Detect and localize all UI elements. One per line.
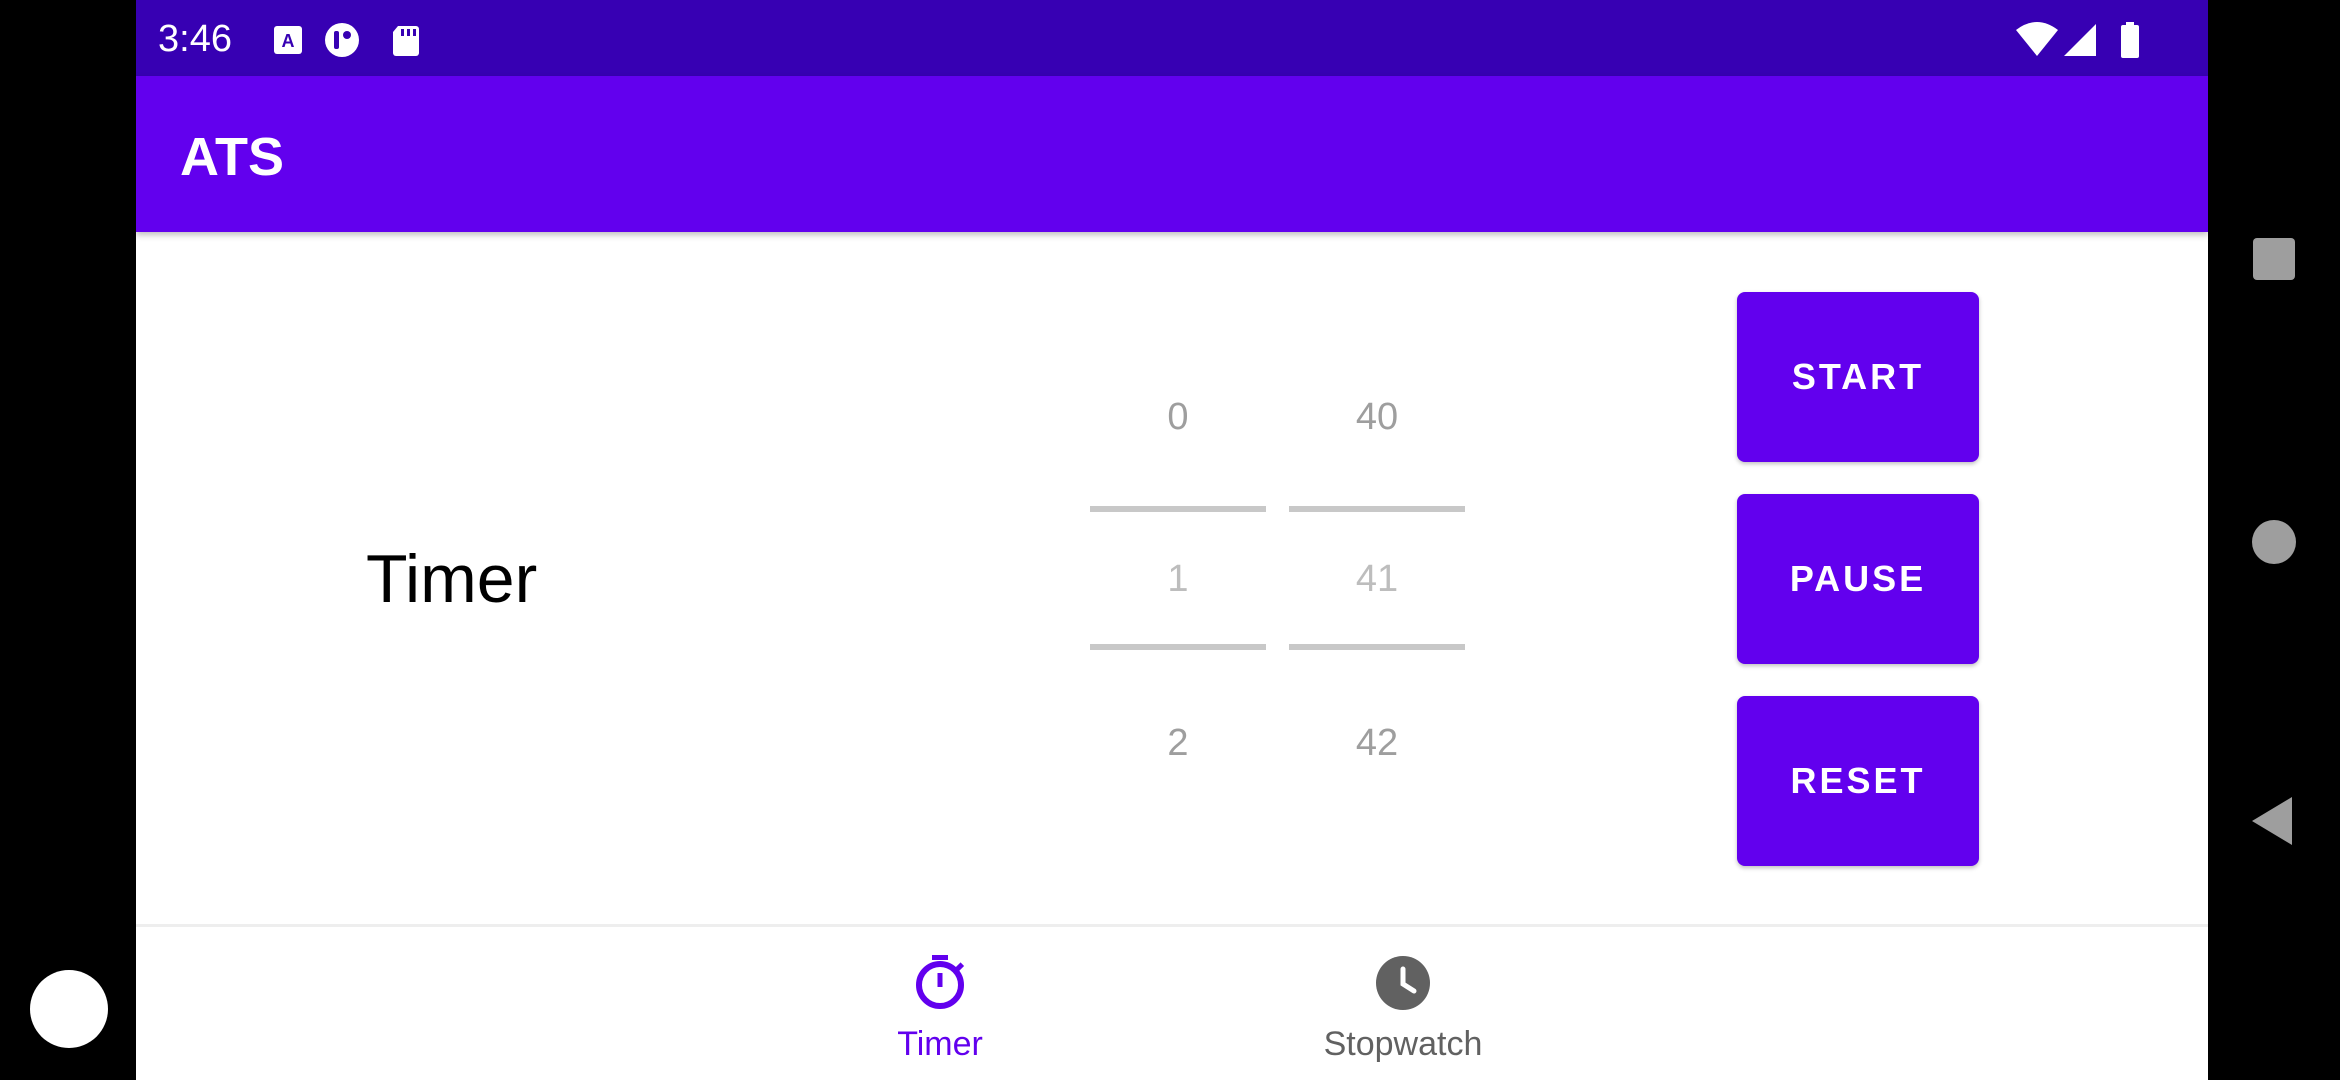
status-time: 3:46 bbox=[158, 18, 232, 60]
device-frame: 3:46 A ATS Timer 0 1 2 40 41 42 START PA… bbox=[0, 0, 2340, 1080]
seconds-previous-value[interactable]: 40 bbox=[1289, 396, 1465, 439]
app-screen: 3:46 A ATS Timer 0 1 2 40 41 42 START PA… bbox=[136, 0, 2208, 1080]
svg-text:A: A bbox=[282, 31, 295, 51]
timer-heading: Timer bbox=[366, 541, 538, 617]
app-title: ATS bbox=[180, 127, 284, 187]
nav-label-stopwatch: Stopwatch bbox=[1323, 1025, 1483, 1063]
recents-square-icon[interactable] bbox=[2253, 238, 2295, 280]
back-triangle-icon[interactable] bbox=[2252, 797, 2292, 845]
pause-button[interactable]: PAUSE bbox=[1737, 494, 1979, 664]
bottom-navigation: Timer Stopwatch bbox=[136, 924, 2208, 1080]
picker-divider bbox=[1289, 506, 1465, 512]
nav-item-stopwatch[interactable]: Stopwatch bbox=[1253, 927, 1553, 1080]
minutes-selected-value[interactable]: 1 bbox=[1090, 558, 1266, 601]
minutes-next-value[interactable]: 2 bbox=[1090, 722, 1266, 765]
minutes-previous-value[interactable]: 0 bbox=[1090, 396, 1266, 439]
sd-card-icon bbox=[386, 20, 426, 60]
app-bar: ATS bbox=[136, 76, 2208, 232]
clock-icon bbox=[1373, 951, 1433, 1011]
cellular-signal-icon bbox=[2062, 20, 2102, 60]
minutes-picker[interactable]: 0 1 2 bbox=[1090, 370, 1266, 770]
battery-icon bbox=[2110, 20, 2150, 60]
home-circle-icon[interactable] bbox=[2252, 520, 2296, 564]
start-button[interactable]: START bbox=[1737, 292, 1979, 462]
picker-divider bbox=[1289, 644, 1465, 650]
wifi-icon bbox=[2014, 20, 2060, 60]
seconds-next-value[interactable]: 42 bbox=[1289, 722, 1465, 765]
record-icon bbox=[322, 20, 362, 60]
camera-cutout bbox=[30, 970, 108, 1048]
text-a-icon: A bbox=[268, 20, 308, 60]
reset-button[interactable]: RESET bbox=[1737, 696, 1979, 866]
seconds-picker[interactable]: 40 41 42 bbox=[1289, 370, 1465, 770]
picker-divider bbox=[1090, 506, 1266, 512]
status-bar: 3:46 A bbox=[136, 0, 2208, 76]
picker-divider bbox=[1090, 644, 1266, 650]
timer-icon bbox=[910, 951, 970, 1011]
seconds-selected-value[interactable]: 41 bbox=[1289, 558, 1465, 601]
nav-item-timer[interactable]: Timer bbox=[790, 927, 1090, 1080]
nav-label-timer: Timer bbox=[897, 1025, 983, 1063]
